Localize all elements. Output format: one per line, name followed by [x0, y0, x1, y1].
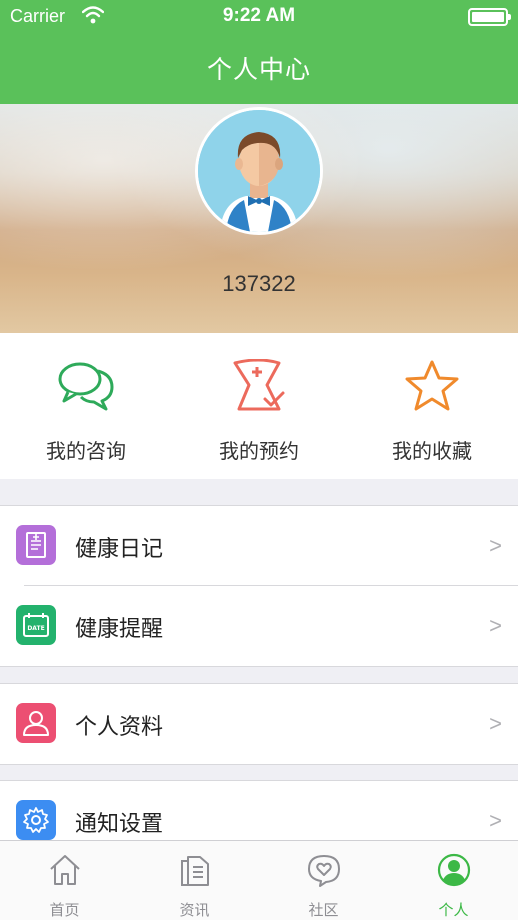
tab-news[interactable]: 资讯: [130, 841, 259, 920]
community-heart-icon: [308, 855, 340, 887]
battery-icon: [468, 8, 511, 26]
quick-label-appointment: 我的预约: [219, 439, 299, 463]
header: Carrier 9:22 AM 个人中心: [0, 0, 518, 104]
status-time: 9:22 AM: [222, 5, 296, 26]
tab-label-news: 资讯: [179, 901, 210, 919]
menu-label-health-reminder: 健康提醒: [75, 617, 164, 642]
news-icon: [181, 856, 209, 886]
tab-home[interactable]: 首页: [0, 841, 129, 920]
my-consultation-button[interactable]: 我的咨询: [0, 333, 172, 479]
person-icon: [16, 703, 56, 743]
star-icon: [405, 360, 459, 411]
tab-profile[interactable]: 个人: [389, 841, 518, 920]
tab-bar: 首页 资讯 社区 个人: [0, 840, 518, 920]
menu-item-health-reminder[interactable]: DATE 健康提醒 >: [0, 586, 518, 666]
svg-text:DATE: DATE: [27, 625, 44, 632]
profile-banner: 137322: [0, 104, 518, 333]
user-avatar-icon: [198, 110, 320, 232]
tab-label-home: 首页: [49, 901, 80, 919]
menu-item-health-diary[interactable]: 健康日记 >: [0, 506, 518, 586]
chat-bubbles-icon: [58, 362, 114, 411]
calendar-date-icon: DATE: [16, 605, 56, 645]
page-title: 个人中心: [206, 55, 311, 84]
my-appointment-button[interactable]: 我的预约: [173, 333, 345, 479]
quick-actions: 我的咨询 我的预约 我的收藏: [0, 333, 518, 479]
tab-label-profile: 个人: [438, 901, 469, 919]
diary-icon: [16, 525, 56, 565]
tab-label-community: 社区: [308, 901, 339, 919]
gear-icon: [16, 800, 56, 840]
tab-community[interactable]: 社区: [259, 841, 388, 920]
my-favorites-button[interactable]: 我的收藏: [346, 333, 518, 479]
chevron-right-icon: >: [489, 808, 502, 833]
avatar[interactable]: [195, 107, 323, 235]
chevron-right-icon: >: [489, 613, 502, 638]
profile-icon: [437, 853, 471, 887]
menu-label-health-diary: 健康日记: [75, 537, 164, 562]
quick-label-favorites: 我的收藏: [392, 439, 472, 463]
quick-label-consultation: 我的咨询: [46, 439, 126, 463]
menu-label-personal-info: 个人资料: [75, 715, 164, 740]
nurse-cap-check-icon: [233, 359, 285, 411]
home-icon: [50, 855, 80, 885]
username: 137322: [222, 271, 296, 296]
chevron-right-icon: >: [489, 711, 502, 736]
profile-group: 个人资料 >: [0, 683, 518, 765]
status-bar: Carrier 9:22 AM: [0, 0, 518, 34]
menu-item-personal-info[interactable]: 个人资料 >: [0, 684, 518, 764]
menu-label-notification-settings: 通知设置: [75, 812, 164, 837]
chevron-right-icon: >: [489, 533, 502, 558]
health-group: 健康日记 > DATE 健康提醒 >: [0, 505, 518, 667]
